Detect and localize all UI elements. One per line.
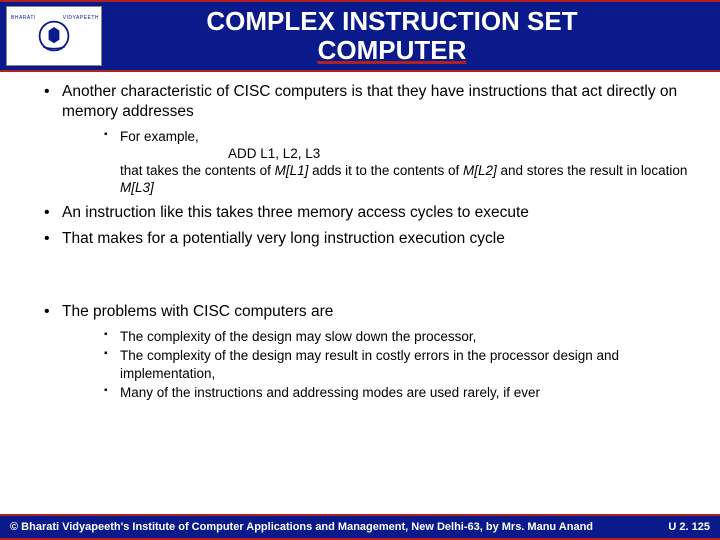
bullet-3: That makes for a potentially very long i… xyxy=(44,229,696,249)
example-intro: For example, xyxy=(120,129,199,144)
bullet-4-sub-2: The complexity of the design may result … xyxy=(104,347,696,382)
bullet-4-sub-3: Many of the instructions and addressing … xyxy=(104,384,696,401)
emblem-crest-icon xyxy=(36,18,72,54)
bullet-2: An instruction like this takes three mem… xyxy=(44,203,696,223)
bullet-4: The problems with CISC computers are The… xyxy=(44,302,696,401)
title-line-2: COMPUTER xyxy=(318,35,467,65)
example-instruction: ADD L1, L2, L3 xyxy=(120,146,320,161)
footer-slide-number: U 2. 125 xyxy=(668,521,710,533)
bullet-1-sublist: For example, ADD L1, L2, L3 that takes t… xyxy=(62,128,696,197)
bullet-list: Another characteristic of CISC computers… xyxy=(24,82,696,401)
slide: BHARATI VIDYAPEETH COMPLEX INSTRUCTION S… xyxy=(0,0,720,540)
slide-body: Another characteristic of CISC computers… xyxy=(0,72,720,514)
bullet-4-sub-1: The complexity of the design may slow do… xyxy=(104,328,696,345)
emblem-text-right: VIDYAPEETH xyxy=(63,15,99,21)
title-line-1: COMPLEX INSTRUCTION SET xyxy=(206,6,577,36)
title-bar: BHARATI VIDYAPEETH COMPLEX INSTRUCTION S… xyxy=(0,0,720,72)
bullet-2-text: An instruction like this takes three mem… xyxy=(62,204,529,221)
footer-bar: © Bharati Vidyapeeth's Institute of Comp… xyxy=(0,514,720,540)
bullet-3-text: That makes for a potentially very long i… xyxy=(62,230,505,247)
bullet-1-example: For example, ADD L1, L2, L3 that takes t… xyxy=(104,128,696,197)
institute-emblem: BHARATI VIDYAPEETH xyxy=(6,6,102,66)
bullet-1: Another characteristic of CISC computers… xyxy=(44,82,696,197)
bullet-4-sublist: The complexity of the design may slow do… xyxy=(62,328,696,401)
slide-title: COMPLEX INSTRUCTION SET COMPUTER xyxy=(110,7,714,64)
emblem-text-left: BHARATI xyxy=(11,15,36,21)
footer-copyright: © Bharati Vidyapeeth's Institute of Comp… xyxy=(10,521,593,533)
bullet-4-text: The problems with CISC computers are xyxy=(62,303,333,320)
example-explanation: that takes the contents of M[L1] adds it… xyxy=(120,163,687,195)
bullet-1-text: Another characteristic of CISC computers… xyxy=(62,83,677,120)
